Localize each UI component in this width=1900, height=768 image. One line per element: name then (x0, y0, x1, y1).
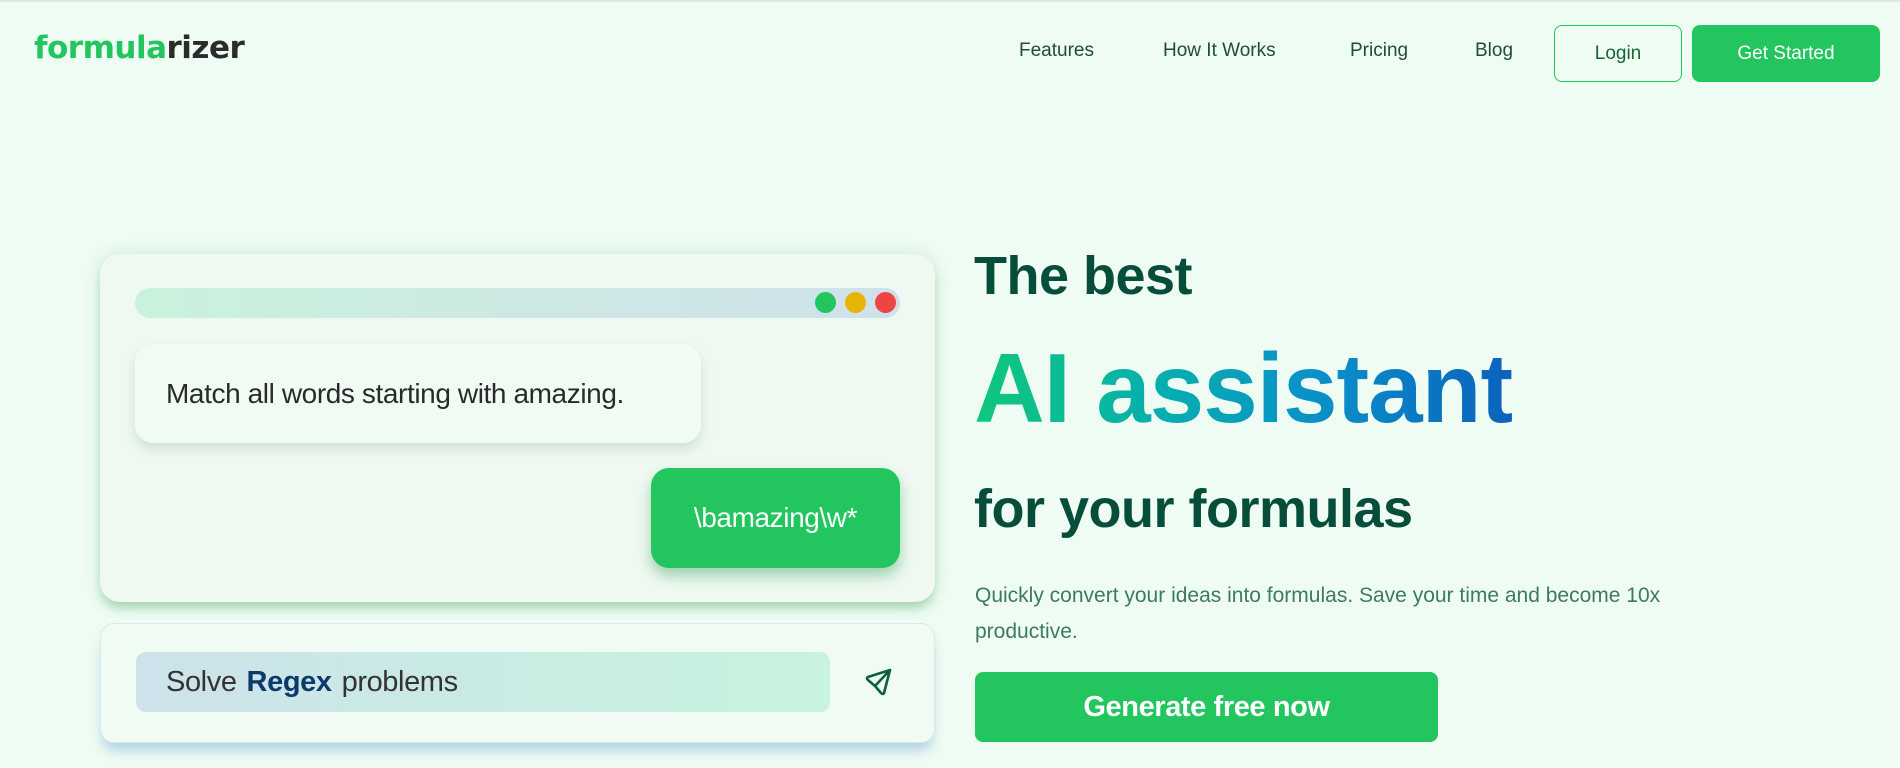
prompt-suffix: problems (341, 665, 458, 698)
send-button[interactable] (859, 662, 899, 702)
login-button[interactable]: Login (1554, 25, 1682, 82)
window-title-bar (135, 288, 900, 318)
hero-subtext: Quickly convert your ideas into formulas… (975, 584, 1661, 643)
prompt-prefix: Solve (166, 665, 237, 698)
hero-heading-line3: for your formulas (974, 479, 1413, 539)
send-icon (865, 668, 892, 696)
hero-heading-highlight: AI assistant (974, 333, 1513, 443)
window-dot-green-icon (815, 292, 836, 313)
user-message-bubble: Match all words starting with amazing. (135, 344, 701, 443)
demo-chat-card: Match all words starting with amazing. \… (100, 254, 935, 602)
window-dot-red-icon (875, 292, 896, 313)
nav-link-blog[interactable]: Blog (1475, 40, 1513, 62)
top-border (0, 0, 1900, 2)
generate-free-button[interactable]: Generate free now (975, 672, 1438, 742)
logo-part-formula: formula (34, 30, 167, 66)
nav-link-how-it-works[interactable]: How It Works (1163, 40, 1276, 62)
demo-input-card: Solve Regex problems (100, 623, 935, 743)
get-started-button[interactable]: Get Started (1692, 25, 1880, 82)
hero-heading-line1: The best (974, 246, 1193, 306)
prompt-keyword: Regex (246, 665, 332, 698)
nav-link-pricing[interactable]: Pricing (1350, 40, 1408, 62)
nav-link-features[interactable]: Features (1019, 40, 1094, 62)
prompt-input[interactable]: Solve Regex problems (136, 652, 830, 712)
ai-response-bubble: \bamazing\w* (651, 468, 900, 568)
logo[interactable]: formularizer (34, 30, 245, 66)
window-dot-yellow-icon (845, 292, 866, 313)
logo-part-rizer: rizer (166, 30, 245, 66)
